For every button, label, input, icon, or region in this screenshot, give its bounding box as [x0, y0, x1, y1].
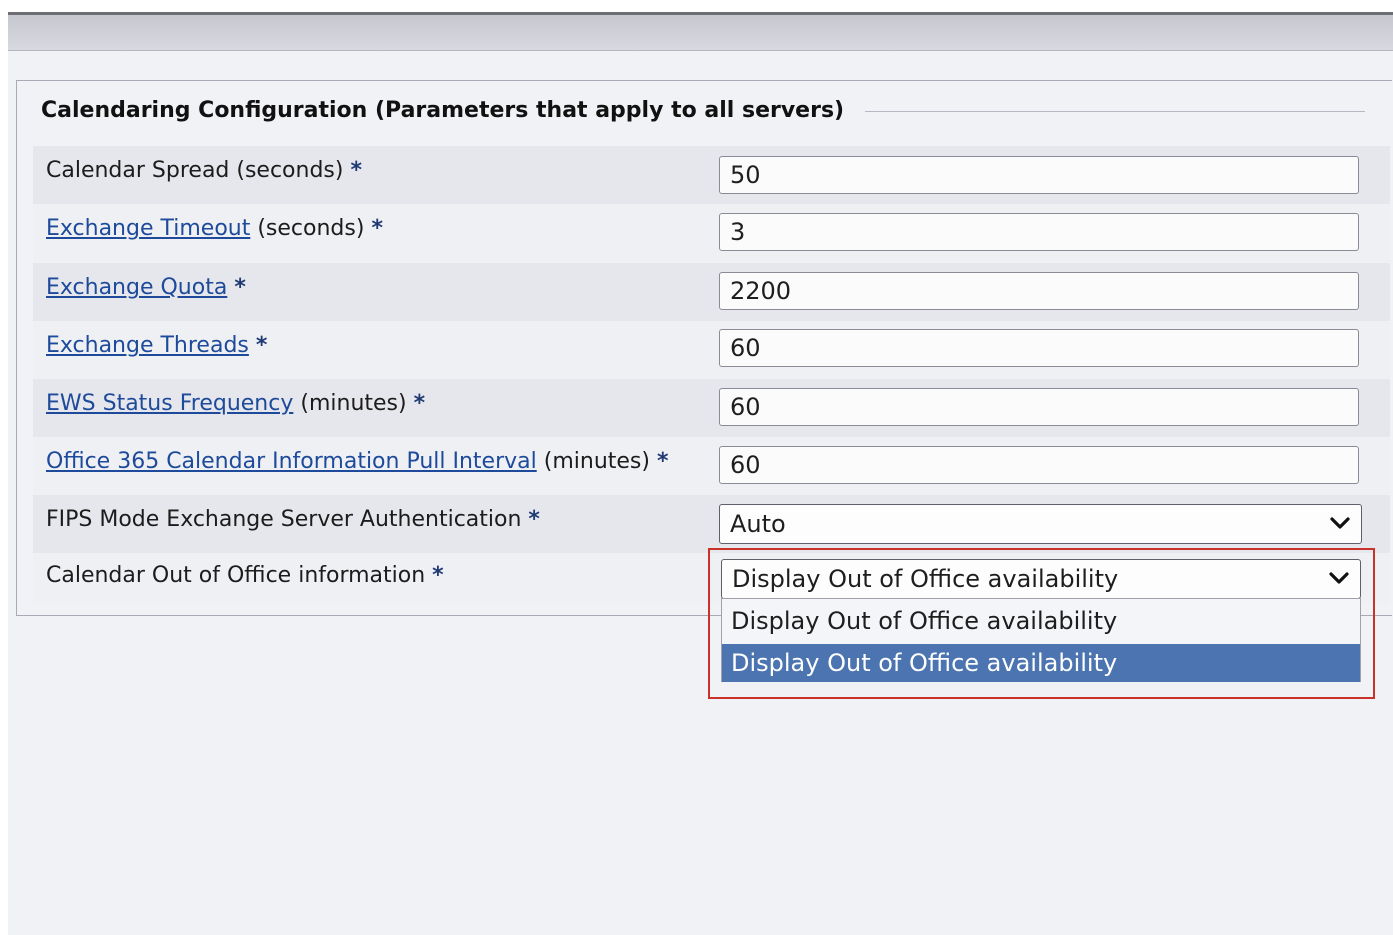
calendar-spread-label-text: Calendar Spread (seconds) [46, 158, 351, 183]
o365-pull-interval-unit: (minutes) [536, 449, 657, 474]
fips-mode-label: FIPS Mode Exchange Server Authentication… [46, 507, 540, 532]
exchange-timeout-label: Exchange Timeout (seconds) * [46, 216, 383, 241]
ews-status-frequency-unit: (minutes) [293, 391, 414, 416]
calendar-spread-input[interactable]: 50 [719, 156, 1359, 194]
exchange-threads-input[interactable]: 60 [719, 329, 1359, 367]
required-marker: * [234, 275, 246, 300]
required-marker: * [656, 449, 669, 474]
required-marker: * [413, 391, 426, 416]
exchange-threads-label: Exchange Threads * [46, 333, 267, 358]
o365-pull-interval-input[interactable]: 60 [719, 446, 1359, 484]
exchange-timeout-unit: (seconds) [250, 216, 372, 241]
out-of-office-label: Calendar Out of Office information * [46, 563, 444, 588]
required-marker: * [350, 158, 362, 183]
chevron-down-icon [1330, 517, 1350, 529]
exchange-timeout-link[interactable]: Exchange Timeout [46, 216, 250, 241]
exchange-quota-input[interactable]: 2200 [719, 272, 1359, 310]
section-title: Calendaring Configuration (Parameters th… [41, 95, 855, 127]
exchange-threads-spacer [249, 333, 256, 358]
o365-pull-interval-link[interactable]: Office 365 Calendar Information Pull Int… [46, 449, 537, 474]
annotation-highlight-box [708, 548, 1375, 699]
exchange-threads-link[interactable]: Exchange Threads [46, 333, 249, 358]
fips-mode-label-text: FIPS Mode Exchange Server Authentication [46, 507, 529, 532]
out-of-office-label-text: Calendar Out of Office information [46, 563, 433, 588]
required-marker: * [371, 216, 383, 241]
calendar-spread-label: Calendar Spread (seconds) * [46, 158, 362, 183]
fips-mode-select[interactable]: Auto [719, 504, 1362, 544]
header-bar [8, 15, 1393, 51]
required-marker: * [432, 563, 444, 588]
fips-mode-selected-value: Auto [730, 510, 786, 538]
ews-status-frequency-input[interactable]: 60 [719, 388, 1359, 426]
required-marker: * [528, 507, 540, 532]
section-title-rule [865, 111, 1365, 112]
required-marker: * [255, 333, 268, 358]
o365-pull-interval-label: Office 365 Calendar Information Pull Int… [46, 449, 668, 474]
exchange-timeout-input[interactable]: 3 [719, 213, 1359, 251]
ews-status-frequency-link[interactable]: EWS Status Frequency [46, 391, 293, 416]
exchange-quota-label: Exchange Quota * [46, 275, 246, 300]
exchange-quota-link[interactable]: Exchange Quota [46, 275, 227, 300]
ews-status-frequency-label: EWS Status Frequency (minutes) * [46, 391, 425, 416]
